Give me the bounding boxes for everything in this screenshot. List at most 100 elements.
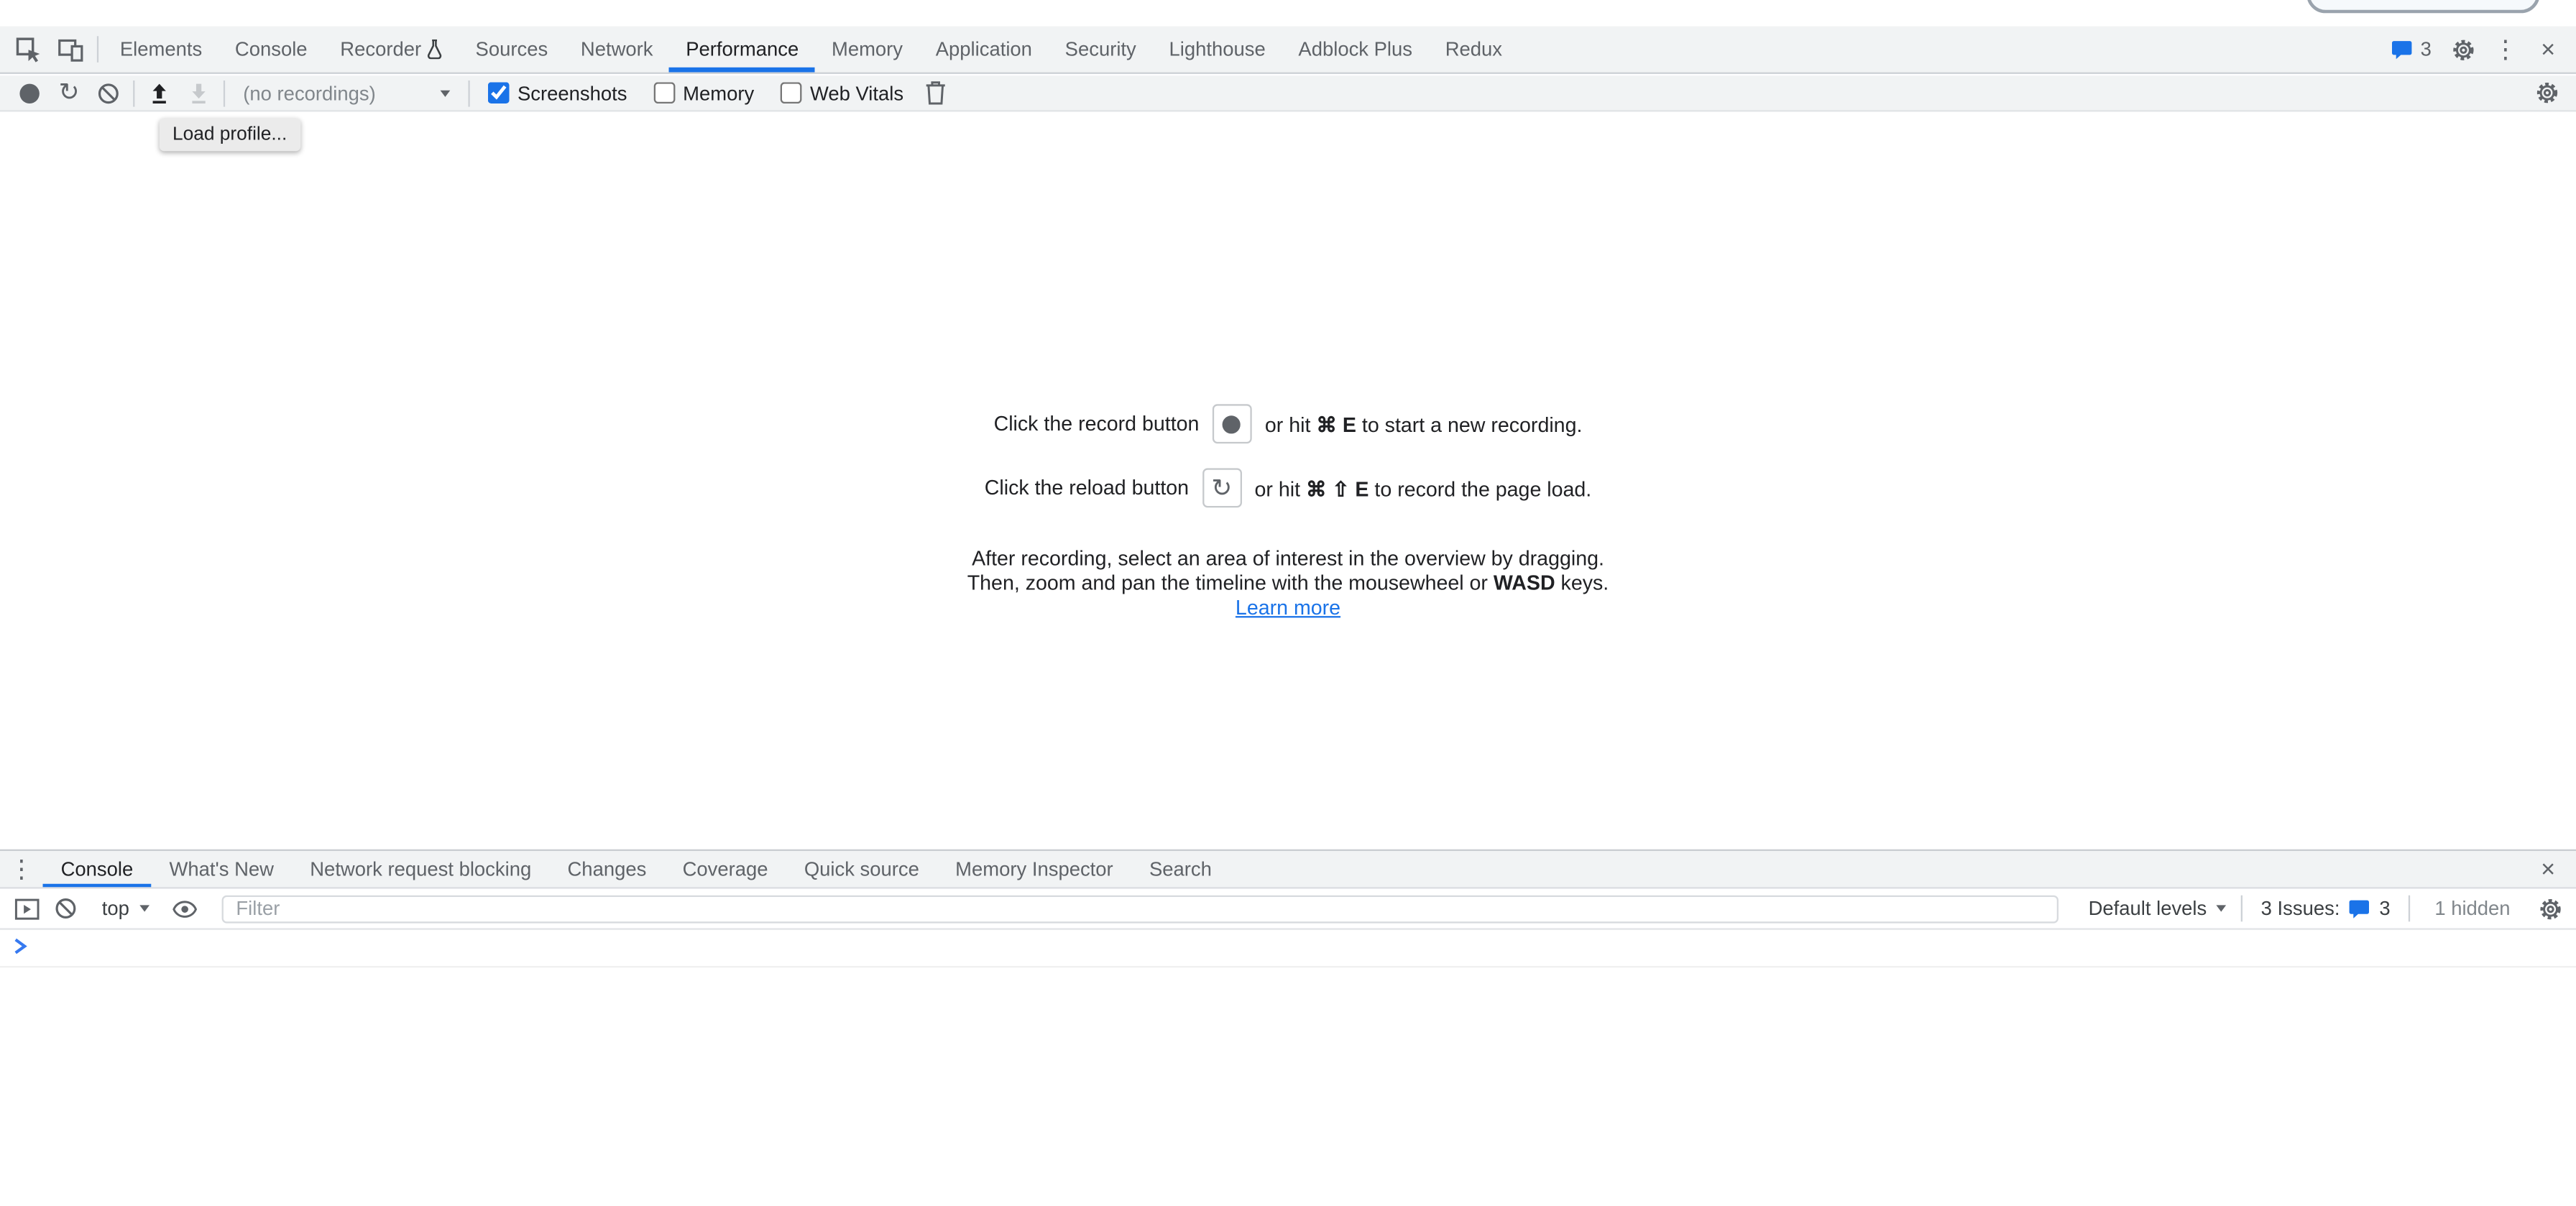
issues-counter[interactable]: 3 Issues: 3 bbox=[2261, 897, 2391, 920]
load-profile-button[interactable] bbox=[139, 75, 179, 111]
issues-count: 3 bbox=[2379, 897, 2390, 920]
divider bbox=[2409, 896, 2410, 922]
console-messages-area bbox=[0, 930, 2576, 968]
settings-button[interactable] bbox=[2442, 27, 2484, 73]
drawer-tab-memory-inspector[interactable]: Memory Inspector bbox=[937, 851, 1131, 887]
load-profile-tooltip: Load profile... bbox=[160, 119, 300, 152]
save-profile-button[interactable] bbox=[179, 75, 218, 111]
text: or hit bbox=[1265, 413, 1311, 436]
divider bbox=[97, 36, 98, 63]
record-instruction-row: Click the record button or hit ⌘ E to st… bbox=[994, 404, 1583, 443]
screenshots-checkbox[interactable]: Screenshots bbox=[488, 81, 627, 104]
checkbox-label: Web Vitals bbox=[810, 81, 903, 104]
kebab-menu-icon: ⋮ bbox=[2493, 37, 2518, 61]
browser-popup-remnant bbox=[2306, 0, 2540, 13]
main-tabbar-right: 3 ⋮ × bbox=[2381, 27, 2576, 73]
console-sidebar-button[interactable] bbox=[6, 890, 46, 926]
close-devtools-button[interactable]: × bbox=[2526, 27, 2569, 73]
log-levels-value: Default levels bbox=[2089, 897, 2207, 920]
web-vitals-checkbox-input[interactable] bbox=[781, 82, 802, 103]
tab-lighthouse[interactable]: Lighthouse bbox=[1153, 27, 1282, 73]
record-icon bbox=[1223, 415, 1241, 433]
tab-sources[interactable]: Sources bbox=[459, 27, 564, 73]
clear-recordings-button[interactable] bbox=[88, 75, 128, 111]
shortcut-keys: ⌘ ⇧ E bbox=[1306, 477, 1368, 500]
checkbox-label: Memory bbox=[683, 81, 754, 104]
console-sidebar-icon bbox=[14, 898, 38, 919]
kebab-menu-icon: ⋮ bbox=[9, 857, 34, 881]
log-levels-selector[interactable]: Default levels bbox=[2079, 897, 2237, 920]
clear-console-button[interactable] bbox=[46, 890, 86, 926]
tab-memory[interactable]: Memory bbox=[815, 27, 919, 73]
tab-adblock-plus[interactable]: Adblock Plus bbox=[1282, 27, 1429, 73]
memory-checkbox[interactable]: Memory bbox=[653, 81, 754, 104]
capture-settings-button[interactable] bbox=[2526, 75, 2566, 111]
device-toolbar-button[interactable] bbox=[50, 27, 92, 73]
issues-indicator[interactable]: 3 bbox=[2381, 38, 2442, 61]
download-arrow-icon bbox=[188, 81, 211, 104]
reload-and-record-button[interactable]: ↻ bbox=[50, 75, 89, 111]
divider bbox=[224, 80, 225, 106]
tab-elements[interactable]: Elements bbox=[104, 27, 218, 73]
drawer-tabbar: ⋮ Console What's New Network request blo… bbox=[0, 851, 2576, 889]
web-vitals-checkbox[interactable]: Web Vitals bbox=[781, 81, 903, 104]
console-filter-input[interactable] bbox=[221, 895, 2059, 923]
close-icon: × bbox=[2541, 857, 2555, 881]
text: to record the page load. bbox=[1374, 477, 1591, 500]
live-expression-button[interactable] bbox=[165, 890, 205, 926]
more-options-button[interactable]: ⋮ bbox=[2484, 27, 2526, 73]
device-toolbar-icon bbox=[58, 36, 84, 63]
drawer-menu-button[interactable]: ⋮ bbox=[0, 850, 42, 888]
issues-count: 3 bbox=[2421, 38, 2432, 61]
clear-block-icon bbox=[54, 897, 77, 920]
reload-instruction-row: Click the reload button ↻ or hit ⌘ ⇧ E t… bbox=[985, 468, 1591, 507]
tab-recorder[interactable]: Recorder bbox=[323, 27, 459, 73]
tab-redux[interactable]: Redux bbox=[1429, 27, 1519, 73]
drawer-tab-coverage[interactable]: Coverage bbox=[664, 851, 786, 887]
drawer-tab-changes[interactable]: Changes bbox=[549, 851, 664, 887]
drawer: ⋮ Console What's New Network request blo… bbox=[0, 850, 2576, 1206]
drawer-tab-quick-source[interactable]: Quick source bbox=[786, 851, 937, 887]
drawer-tab-whats-new[interactable]: What's New bbox=[151, 851, 292, 887]
learn-more-link[interactable]: Learn more bbox=[1236, 597, 1340, 620]
console-prompt-chevron-icon bbox=[13, 936, 28, 956]
trash-icon bbox=[926, 80, 947, 105]
close-drawer-button[interactable]: × bbox=[2526, 850, 2569, 888]
screenshots-checkbox-input[interactable] bbox=[488, 82, 510, 103]
issues-bubble-icon bbox=[2391, 39, 2414, 60]
drawer-tab-search[interactable]: Search bbox=[1131, 851, 1230, 887]
drawer-tab-console[interactable]: Console bbox=[42, 851, 151, 887]
tab-performance[interactable]: Performance bbox=[669, 27, 815, 73]
record-icon bbox=[19, 83, 39, 102]
tab-security[interactable]: Security bbox=[1049, 27, 1153, 73]
gear-icon bbox=[2537, 896, 2562, 921]
text: to start a new recording. bbox=[1362, 413, 1583, 436]
upload-arrow-icon bbox=[148, 81, 171, 104]
console-prompt[interactable] bbox=[0, 930, 2576, 968]
devtools-window: Elements Console Recorder Sources Networ… bbox=[0, 0, 2576, 1206]
gear-icon bbox=[2534, 80, 2559, 105]
chevron-down-icon bbox=[2217, 905, 2227, 911]
console-settings-button[interactable] bbox=[2530, 890, 2570, 926]
delete-recording-button[interactable] bbox=[916, 75, 956, 111]
inspect-cursor-icon bbox=[15, 36, 42, 63]
console-toolbar: top Default levels 3 Issues: 3 1 hidden bbox=[0, 889, 2576, 930]
context-value: top bbox=[102, 897, 129, 920]
eye-icon bbox=[172, 899, 197, 917]
reload-icon: ↻ bbox=[59, 80, 80, 105]
tab-application[interactable]: Application bbox=[919, 27, 1049, 73]
memory-checkbox-input[interactable] bbox=[653, 82, 675, 103]
tab-console[interactable]: Console bbox=[218, 27, 323, 73]
chevron-down-icon bbox=[441, 90, 451, 96]
javascript-context-selector[interactable]: top bbox=[92, 897, 159, 920]
drawer-tab-network-request-blocking[interactable]: Network request blocking bbox=[292, 851, 549, 887]
inspect-element-button[interactable] bbox=[6, 27, 49, 73]
issues-bubble-icon bbox=[2348, 898, 2371, 919]
issues-label: 3 Issues: bbox=[2261, 897, 2340, 920]
recordings-select[interactable]: (no recordings) bbox=[234, 81, 460, 104]
record-button[interactable] bbox=[10, 75, 50, 111]
performance-toolbar: ↻ (no recordings) Screenshots Memory Web… bbox=[0, 75, 2576, 111]
reload-instruction-pre: Click the reload button bbox=[985, 477, 1189, 500]
tab-label: Recorder bbox=[340, 38, 421, 61]
tab-network[interactable]: Network bbox=[564, 27, 669, 73]
